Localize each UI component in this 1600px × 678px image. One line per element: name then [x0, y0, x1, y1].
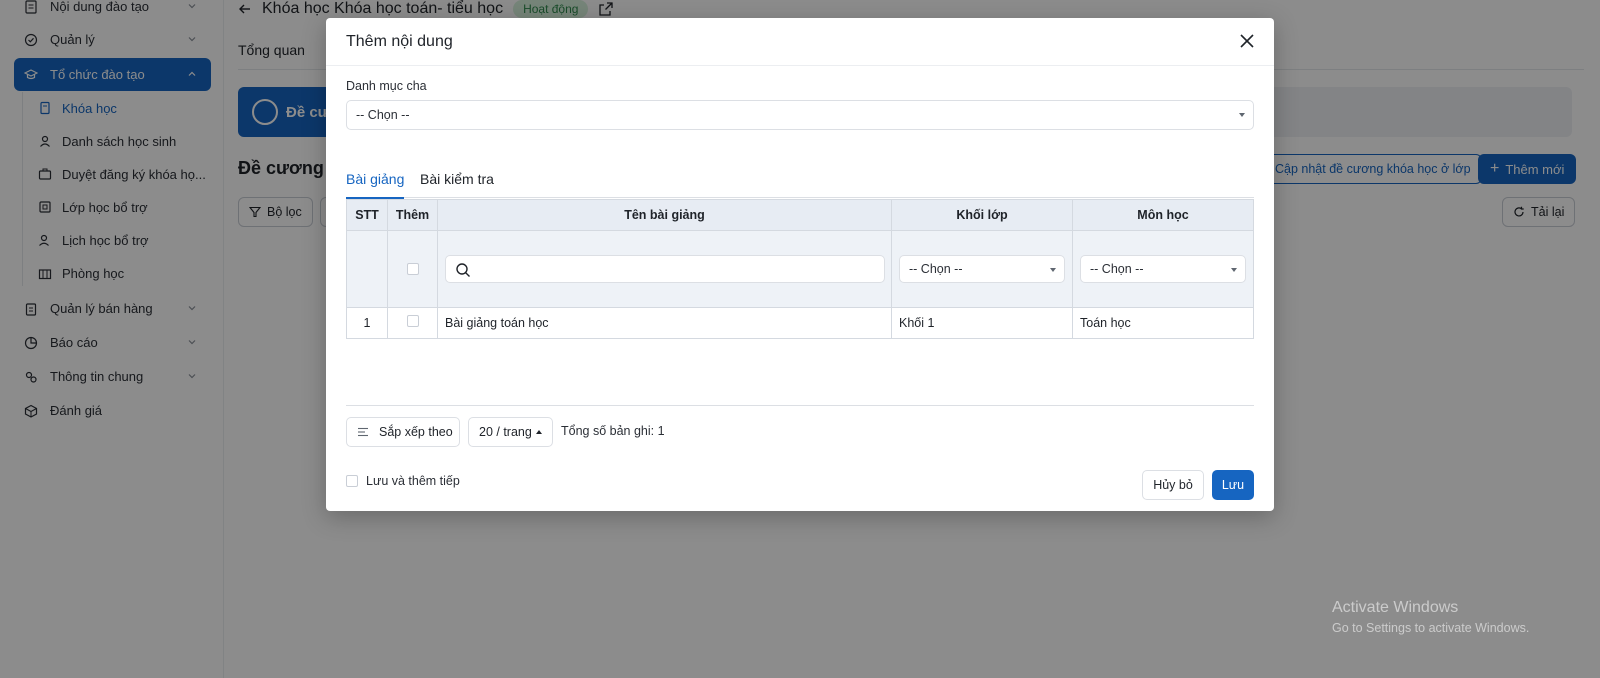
add-content-modal: Thêm nội dung Danh mục cha -- Chọn -- Bà…	[326, 18, 1274, 511]
watermark-line-2: Go to Settings to activate Windows.	[1332, 621, 1530, 635]
cancel-button[interactable]: Hủy bỏ	[1142, 470, 1204, 500]
search-icon	[456, 263, 470, 277]
save-button[interactable]: Lưu	[1212, 470, 1254, 500]
sort-by-button[interactable]: Sắp xếp theo	[346, 417, 460, 447]
filter-cell-add	[388, 231, 438, 308]
row-checkbox[interactable]	[406, 315, 419, 327]
content-type-tabs: Bài giảng Bài kiểm tra	[346, 152, 1254, 199]
caret-down-icon	[1050, 268, 1056, 272]
caret-up-icon	[535, 430, 542, 434]
tab-tests[interactable]: Bài kiểm tra	[420, 171, 494, 197]
column-header-grade: Khối lớp	[892, 200, 1073, 231]
watermark-line-1: Activate Windows	[1332, 599, 1459, 616]
parent-category-value: -- Chọn --	[356, 108, 410, 122]
sort-by-label: Sắp xếp theo	[379, 425, 453, 439]
tab-lectures[interactable]: Bài giảng	[346, 171, 405, 199]
filter-cell-stt	[347, 231, 388, 308]
column-header-lecture-name: Tên bài giảng	[438, 200, 892, 231]
column-header-subject: Môn học	[1073, 200, 1253, 231]
table-row-lecture-name: Bài giảng toán học	[438, 308, 892, 338]
select-all-checkbox[interactable]	[406, 263, 419, 275]
table-row-grade: Khối 1	[892, 308, 1073, 338]
table-row-stt: 1	[347, 308, 388, 338]
modal-header: Thêm nội dung	[326, 18, 1274, 66]
parent-category-select[interactable]: -- Chọn --	[346, 100, 1254, 130]
column-header-add: Thêm	[388, 200, 438, 231]
save-and-continue-option[interactable]: Lưu và thêm tiếp	[346, 474, 460, 488]
save-and-continue-checkbox[interactable]	[346, 475, 358, 487]
grade-filter-value: -- Chọn --	[909, 262, 963, 276]
column-header-stt: STT	[347, 200, 388, 231]
windows-activation-watermark: Activate Windows Go to Settings to activ…	[1332, 599, 1529, 635]
total-records: Tổng số bản ghi: 1	[561, 424, 665, 438]
grade-filter-select[interactable]: -- Chọn --	[899, 255, 1065, 283]
save-and-continue-label: Lưu và thêm tiếp	[366, 474, 460, 488]
filter-cell-subject: -- Chọn --	[1073, 231, 1253, 308]
lecture-table: STT Thêm Tên bài giảng Khối lớp Môn học …	[346, 199, 1254, 339]
page-size-select[interactable]: 20 / trang	[468, 417, 553, 447]
subject-filter-value: -- Chọn --	[1090, 262, 1144, 276]
modal-title: Thêm nội dung	[346, 33, 453, 50]
table-row-add	[388, 308, 438, 338]
filter-cell-lecture-name	[438, 231, 892, 308]
pagination-divider	[346, 405, 1254, 406]
sort-lines-icon	[358, 427, 368, 437]
caret-down-icon	[1239, 113, 1245, 117]
lecture-search-input[interactable]	[445, 255, 885, 283]
close-icon[interactable]	[1238, 32, 1256, 50]
caret-down-icon	[1231, 268, 1237, 272]
page-size-value: 20 / trang	[479, 425, 532, 439]
table-row-subject: Toán học	[1073, 308, 1253, 338]
filter-cell-grade: -- Chọn --	[892, 231, 1073, 308]
subject-filter-select[interactable]: -- Chọn --	[1080, 255, 1246, 283]
parent-category-label: Danh mục cha	[346, 79, 427, 93]
